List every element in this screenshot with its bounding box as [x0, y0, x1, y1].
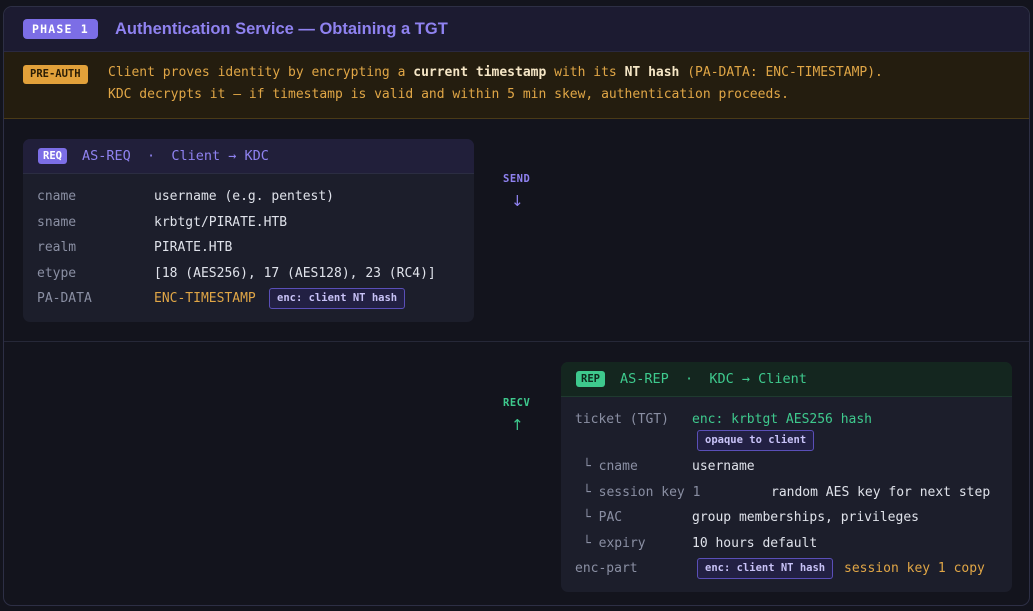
field-key: realm: [37, 240, 77, 255]
section-divider: [4, 341, 1029, 342]
field-key: sname: [37, 215, 77, 230]
phase-header: PHASE 1 Authentication Service — Obtaini…: [4, 7, 1029, 52]
enc-part-value: session key 1 copy: [844, 561, 985, 576]
field-value: [18 (AES256), 17 (AES128), 23 (RC4)]: [154, 266, 436, 281]
as-req-card: REQ AS-REQ · Client → KDC cname username…: [23, 139, 474, 322]
field-key: └ cname: [583, 459, 638, 474]
field-value: group memberships, privileges: [692, 510, 919, 525]
field-value: username (e.g. pentest): [154, 189, 335, 204]
field-value: 10 hours default: [692, 536, 818, 551]
preauth-badge: PRE-AUTH: [23, 65, 88, 84]
field-value: PIRATE.HTB: [154, 240, 233, 255]
ticket-value: enc: krbtgt AES256 hash: [692, 412, 873, 427]
field-key: etype: [37, 266, 77, 281]
field-key: cname: [37, 189, 77, 204]
as-req-title: AS-REQ · Client → KDC: [82, 148, 269, 164]
preauth-description-line-1: Client proves identity by encrypting a c…: [108, 65, 883, 80]
field-value: krbtgt/PIRATE.HTB: [154, 215, 288, 230]
req-tag: REQ: [38, 148, 67, 164]
as-req-header: REQ AS-REQ · Client → KDC: [23, 139, 474, 174]
preauth-description-line-2: KDC decrypts it — if timestamp is valid …: [108, 87, 789, 102]
field-value: username: [692, 459, 755, 474]
field-value: random AES key for next step: [771, 485, 991, 500]
as-rep-card: REP AS-REP · KDC → Client ticket (TGT) e…: [561, 362, 1012, 592]
phase-title: Authentication Service — Obtaining a TGT: [115, 20, 448, 38]
phase-panel: PHASE 1 Authentication Service — Obtaini…: [3, 6, 1030, 606]
ticket-key: ticket (TGT): [575, 412, 669, 427]
encryption-pill: enc: client NT hash: [269, 288, 406, 309]
opaque-pill: opaque to client: [697, 430, 815, 451]
rep-tag: REP: [576, 371, 605, 387]
as-rep-header: REP AS-REP · KDC → Client: [561, 362, 1012, 397]
send-label: SEND: [503, 173, 531, 185]
as-rep-title: AS-REP · KDC → Client: [620, 371, 807, 387]
arrow-up-icon: ↑: [511, 416, 524, 434]
encryption-pill: enc: client NT hash: [697, 558, 834, 579]
field-key: └ expiry: [583, 536, 646, 551]
field-value: ENC-TIMESTAMP: [154, 291, 256, 306]
phase-badge: PHASE 1: [23, 19, 98, 39]
enc-part-key: enc-part: [575, 561, 638, 576]
recv-label: RECV: [503, 397, 531, 409]
preauth-banner: PRE-AUTH Client proves identity by encry…: [4, 52, 1029, 119]
arrow-down-icon: ↓: [511, 192, 524, 210]
field-key: PA-DATA: [37, 291, 92, 306]
field-key: └ session key 1: [583, 485, 701, 500]
field-key: └ PAC: [583, 510, 623, 525]
